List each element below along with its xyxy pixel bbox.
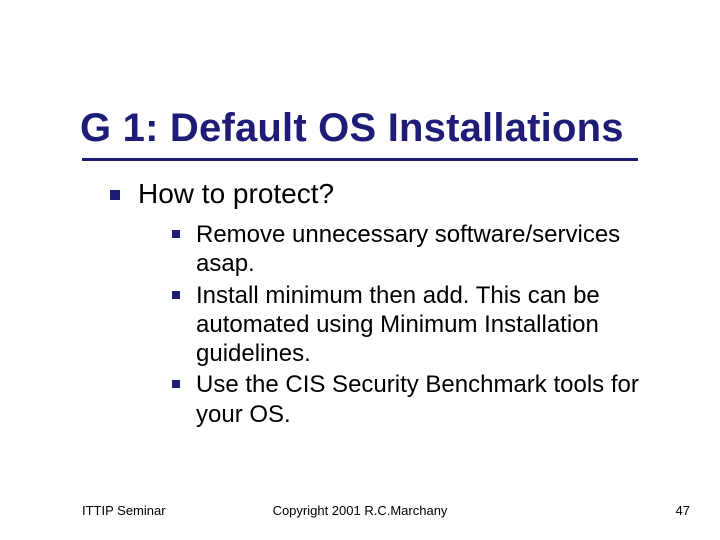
footer-center: Copyright 2001 R.C.Marchany	[0, 503, 720, 518]
slide-footer: ITTIP Seminar Copyright 2001 R.C.Marchan…	[0, 503, 720, 518]
list-item: Use the CIS Security Benchmark tools for…	[172, 370, 670, 429]
bullet-text: Remove unnecessary software/services asa…	[196, 220, 666, 279]
list-item: How to protect?	[110, 178, 670, 210]
list-item: Remove unnecessary software/services asa…	[172, 220, 670, 279]
slide-body: How to protect? Remove unnecessary softw…	[110, 178, 670, 431]
square-bullet-icon	[172, 380, 180, 388]
heading-text: How to protect?	[138, 178, 334, 210]
bullet-text: Use the CIS Security Benchmark tools for…	[196, 370, 666, 429]
bullet-text: Install minimum then add. This can be au…	[196, 281, 666, 369]
list-item: Install minimum then add. This can be au…	[172, 281, 670, 369]
square-bullet-icon	[172, 291, 180, 299]
title-underline	[82, 158, 638, 161]
square-bullet-icon	[172, 230, 180, 238]
square-bullet-icon	[110, 190, 120, 200]
slide-title: G 1: Default OS Installations	[80, 106, 624, 151]
